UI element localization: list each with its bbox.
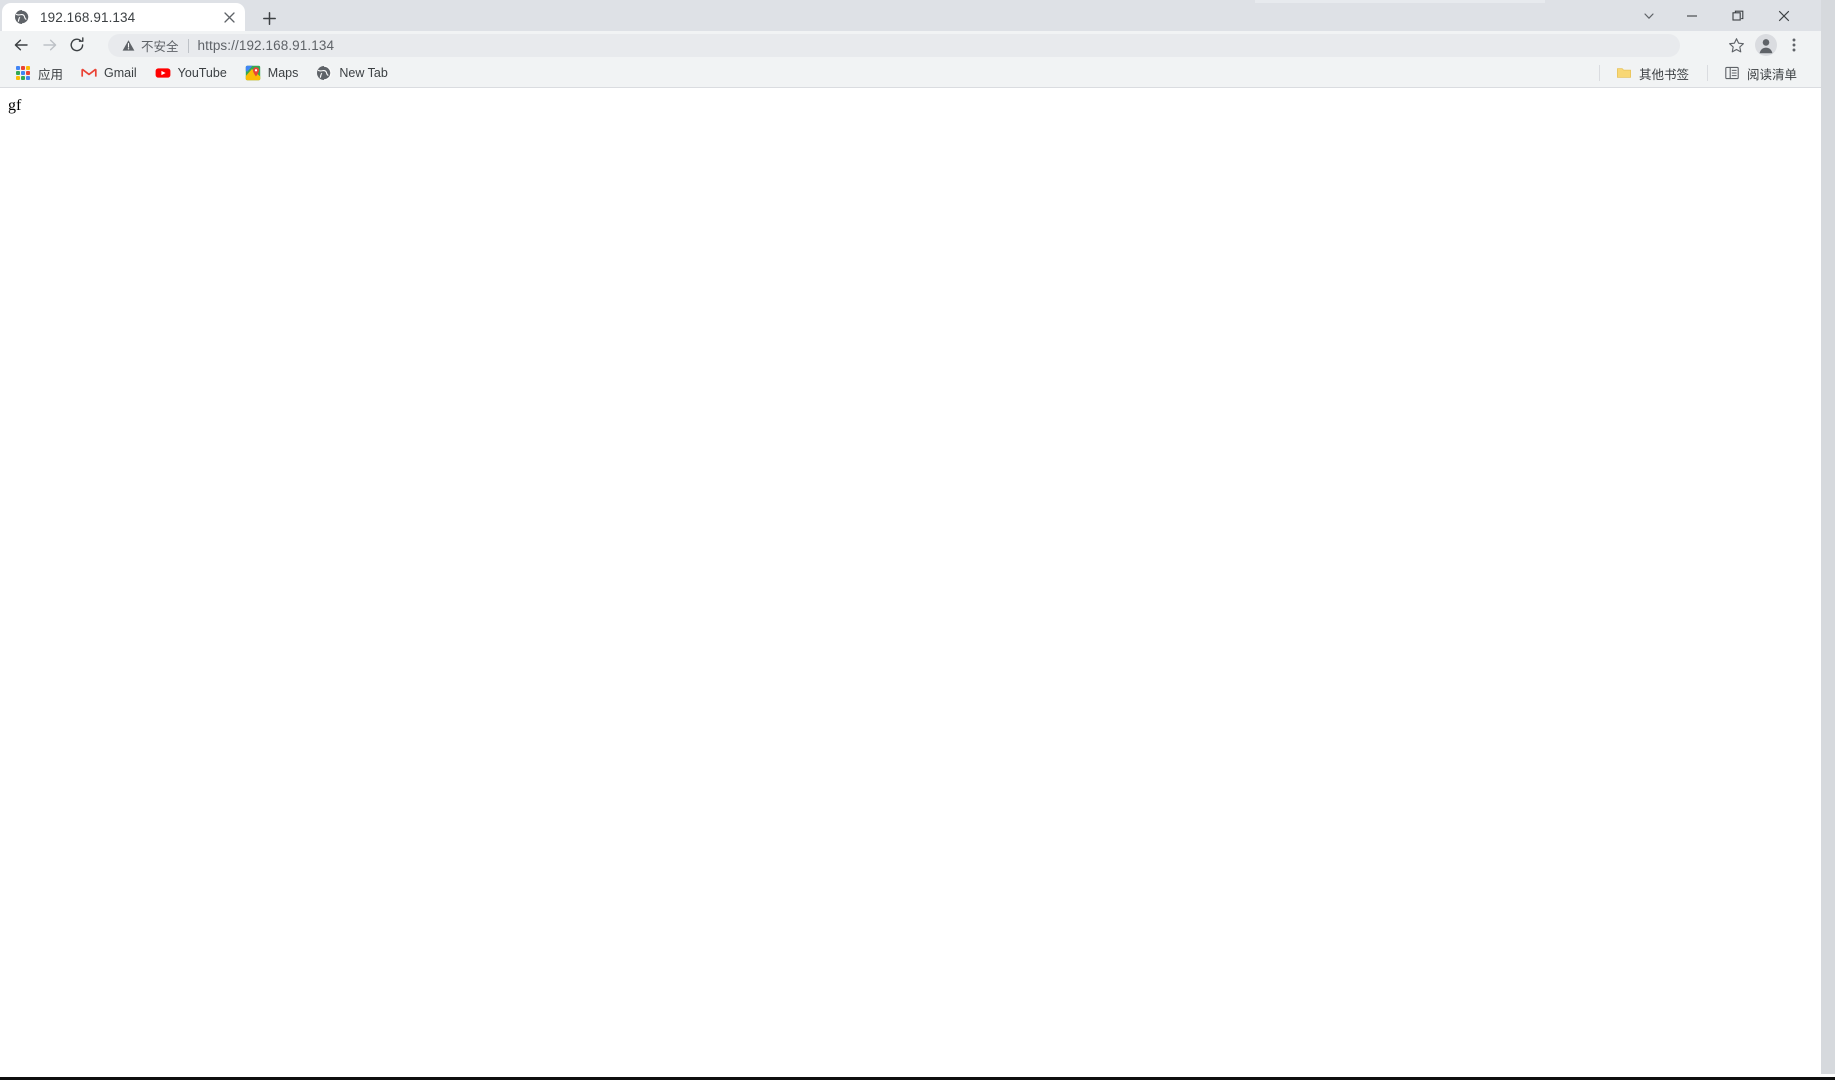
- bookmark-label: Gmail: [104, 66, 137, 80]
- plus-icon: [262, 11, 276, 25]
- bookmark-label: 其他书签: [1638, 67, 1689, 82]
- page-body-text: gf: [8, 97, 22, 114]
- browser-toolbar: 不安全 https://192.168.91.134: [0, 31, 1821, 59]
- bookmark-label: New Tab: [339, 66, 388, 80]
- bookmarks-separator: [1598, 65, 1600, 81]
- bookmark-label: YouTube: [177, 66, 227, 80]
- warning-triangle-icon[interactable]: [122, 39, 135, 52]
- tab-title: 192.168.91.134: [40, 9, 136, 25]
- bookmark-item-maps[interactable]: Maps: [237, 62, 307, 84]
- close-button[interactable]: [1761, 0, 1807, 31]
- tabstrip-highlight-strip: [1255, 0, 1545, 3]
- chrome-menu-button[interactable]: [1781, 31, 1807, 59]
- arrow-right-icon: [43, 39, 57, 51]
- security-status-label: 不安全: [141, 40, 179, 54]
- bookmark-item-other-bookmarks[interactable]: 其他书签: [1608, 62, 1697, 84]
- youtube-icon: [155, 65, 171, 81]
- chevron-down-icon: [1644, 12, 1654, 19]
- omnibox-divider: [187, 38, 189, 53]
- arrow-left-icon: [14, 39, 28, 51]
- maximize-button[interactable]: [1715, 0, 1761, 31]
- maps-pin-icon: [245, 65, 261, 81]
- address-bar[interactable]: 不安全 https://192.168.91.134: [108, 34, 1680, 57]
- bookmark-label: 应用: [38, 67, 64, 82]
- new-tab-button[interactable]: [256, 5, 282, 31]
- star-icon: [1728, 37, 1744, 52]
- bookmarks-separator-2: [1706, 65, 1708, 81]
- bookmark-item-new-tab[interactable]: New Tab: [308, 62, 395, 84]
- bookmarks-bar: 应用 Gmail YouTube Maps New Tab 其他书签 阅读清单: [0, 59, 1821, 88]
- bookmark-item-youtube[interactable]: YouTube: [147, 62, 235, 84]
- forward-button: [36, 31, 64, 59]
- close-icon: [1778, 10, 1790, 21]
- folder-icon: [1616, 65, 1632, 81]
- reload-icon: [70, 37, 84, 52]
- globe-icon: [14, 9, 30, 25]
- apps-grid-icon: [15, 65, 31, 81]
- bookmarks-left-group: 应用 Gmail YouTube Maps New Tab: [7, 59, 398, 87]
- bookmark-item-apps[interactable]: 应用: [7, 62, 71, 84]
- window-frame-right-edge: [1821, 0, 1835, 1074]
- bookmark-item-gmail[interactable]: Gmail: [73, 62, 145, 84]
- page-content-area: gf: [0, 88, 1821, 1074]
- url-text: https://192.168.91.134: [197, 38, 335, 53]
- reading-list-icon: [1724, 65, 1740, 81]
- reload-button[interactable]: [63, 31, 91, 59]
- tab-strip: 192.168.91.134: [0, 0, 1821, 31]
- profile-avatar-button[interactable]: [1751, 31, 1781, 59]
- browser-tab-active[interactable]: 192.168.91.134: [2, 3, 245, 31]
- tab-search-button[interactable]: [1629, 0, 1669, 31]
- bookmark-label: Maps: [267, 66, 299, 80]
- toolbar-right-actions: [1721, 31, 1807, 59]
- avatar-icon: [1755, 34, 1777, 56]
- reading-list-button[interactable]: 阅读清单: [1716, 62, 1805, 84]
- bookmark-label: 阅读清单: [1746, 67, 1797, 82]
- browser-window: 192.168.91.134 不安全 https://192.168.91.13…: [0, 0, 1835, 1080]
- bookmarks-right-group: 其他书签 阅读清单: [1591, 59, 1807, 87]
- window-controls: [1629, 0, 1807, 31]
- restore-icon: [1732, 10, 1744, 21]
- bookmark-star-button[interactable]: [1721, 31, 1751, 59]
- three-dot-menu-icon: [1792, 38, 1796, 52]
- gmail-icon: [81, 65, 97, 81]
- tab-close-button[interactable]: [219, 7, 239, 27]
- minimize-icon: [1687, 14, 1697, 17]
- back-button[interactable]: [7, 31, 35, 59]
- globe-icon: [316, 65, 332, 81]
- minimize-button[interactable]: [1669, 0, 1715, 31]
